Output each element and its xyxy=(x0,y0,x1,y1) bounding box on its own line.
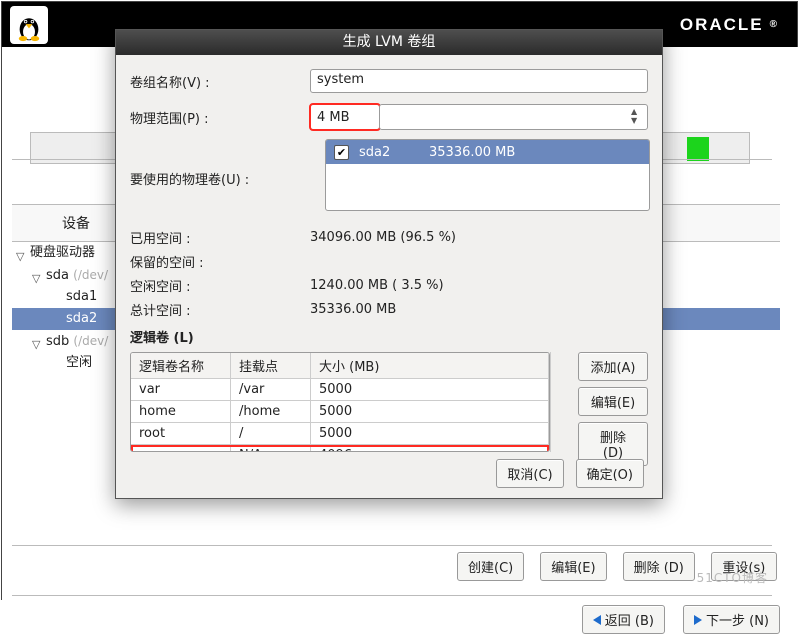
total-value: 35336.00 MB xyxy=(310,302,396,317)
lv-section-label: 逻辑卷 (L) xyxy=(130,327,648,346)
next-button[interactable]: 下一步 (N) xyxy=(683,605,780,634)
cancel-button[interactable]: 取消(C) xyxy=(496,459,563,488)
pv-list[interactable]: ✔ sda2 35336.00 MB xyxy=(325,139,650,211)
oracle-logo: ORACLE ® xyxy=(680,15,779,35)
free-value: 1240.00 MB ( 3.5 %) xyxy=(310,278,444,293)
lv-header-mount: 挂载点 xyxy=(231,353,311,379)
vgname-label: 卷组名称(V) : xyxy=(130,72,310,91)
total-label: 总计空间 : xyxy=(130,300,310,319)
arrow-left-icon xyxy=(593,615,601,625)
pe-spinner[interactable]: 4 MB xyxy=(310,104,380,130)
lv-row[interactable]: root / 5000 xyxy=(131,423,549,445)
pv-name: sda2 xyxy=(359,145,419,160)
free-label: 空闲空间 : xyxy=(130,276,310,295)
lv-add-button[interactable]: 添加(A) xyxy=(578,352,648,381)
chevron-down-icon: ▽ xyxy=(32,268,42,278)
pe-spinner-ext[interactable] xyxy=(379,104,648,130)
partition-bar-green xyxy=(687,137,709,161)
chevron-down-icon: ▽ xyxy=(16,246,26,256)
create-button[interactable]: 创建(C) xyxy=(457,552,524,581)
lv-row[interactable]: home /home 5000 xyxy=(131,401,549,423)
edit-button[interactable]: 编辑(E) xyxy=(540,552,606,581)
chevron-down-icon: ▽ xyxy=(32,334,42,344)
oracle-logo-text: ORACLE xyxy=(680,15,764,35)
reset-button[interactable]: 重设(s) xyxy=(711,552,777,581)
used-value: 34096.00 MB (96.5 %) xyxy=(310,230,456,245)
back-button[interactable]: 返回 (B) xyxy=(582,605,665,634)
pv-size: 35336.00 MB xyxy=(429,145,515,160)
pv-checkbox[interactable]: ✔ xyxy=(334,145,349,160)
lv-header-name: 逻辑卷名称 xyxy=(131,353,231,379)
dialog-title: 生成 LVM 卷组 xyxy=(116,30,662,55)
lvm-dialog: 生成 LVM 卷组 卷组名称(V) : system 物理范围(P) : 4 M… xyxy=(115,29,663,499)
delete-button[interactable]: 删除 (D) xyxy=(623,552,695,581)
oracle-logo-reg: ® xyxy=(770,19,779,30)
pv-label: 要使用的物理卷(U) : xyxy=(130,139,310,188)
reserved-label: 保留的空间 : xyxy=(130,252,310,271)
ok-button[interactable]: 确定(O) xyxy=(576,459,644,488)
lv-row[interactable]: var /var 5000 xyxy=(131,379,549,401)
arrow-right-icon xyxy=(694,615,702,625)
lv-row-swap[interactable]: swap N/A 4096 xyxy=(131,445,549,452)
pv-item-sda2[interactable]: ✔ sda2 35336.00 MB xyxy=(326,140,649,164)
pe-label: 物理范围(P) : xyxy=(130,108,310,127)
used-label: 已用空间 : xyxy=(130,228,310,247)
lv-header-size: 大小 (MB) xyxy=(311,353,549,379)
lv-edit-button[interactable]: 编辑(E) xyxy=(578,387,648,416)
vgname-input[interactable]: system xyxy=(310,69,648,93)
device-column-header-label: 设备 xyxy=(62,213,90,233)
lv-scrollbar[interactable] xyxy=(550,352,566,452)
lv-table[interactable]: 逻辑卷名称 挂载点 大小 (MB) var /var 5000 home /ho… xyxy=(130,352,550,452)
spinner-arrows-icon[interactable]: ▲▼ xyxy=(631,107,645,127)
lv-header-row: 逻辑卷名称 挂载点 大小 (MB) xyxy=(131,353,549,379)
tux-icon xyxy=(10,6,48,44)
